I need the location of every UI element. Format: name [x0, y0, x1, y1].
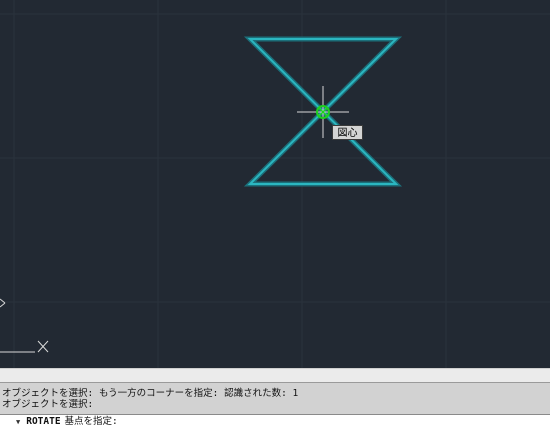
- command-prompt: 基点を指定:: [64, 416, 118, 427]
- viewport-separator: [0, 368, 550, 382]
- command-line[interactable]: ▼ ROTATE 基点を指定:: [0, 414, 550, 430]
- history-line: オブジェクトを選択: もう一方のコーナーを指定: 認識された数: 1: [2, 388, 299, 399]
- chevron-down-icon[interactable]: ▼: [16, 418, 20, 426]
- command-history: オブジェクトを選択: もう一方のコーナーを指定: 認識された数: 1 オブジェク…: [0, 382, 550, 414]
- osnap-tooltip: 図心: [332, 125, 363, 140]
- drawing-viewport[interactable]: 図心: [0, 0, 550, 368]
- drawing-canvas[interactable]: [0, 0, 550, 368]
- history-line: オブジェクトを選択:: [2, 399, 94, 410]
- active-command: ROTATE: [26, 416, 61, 427]
- ucs-icon: [0, 298, 49, 353]
